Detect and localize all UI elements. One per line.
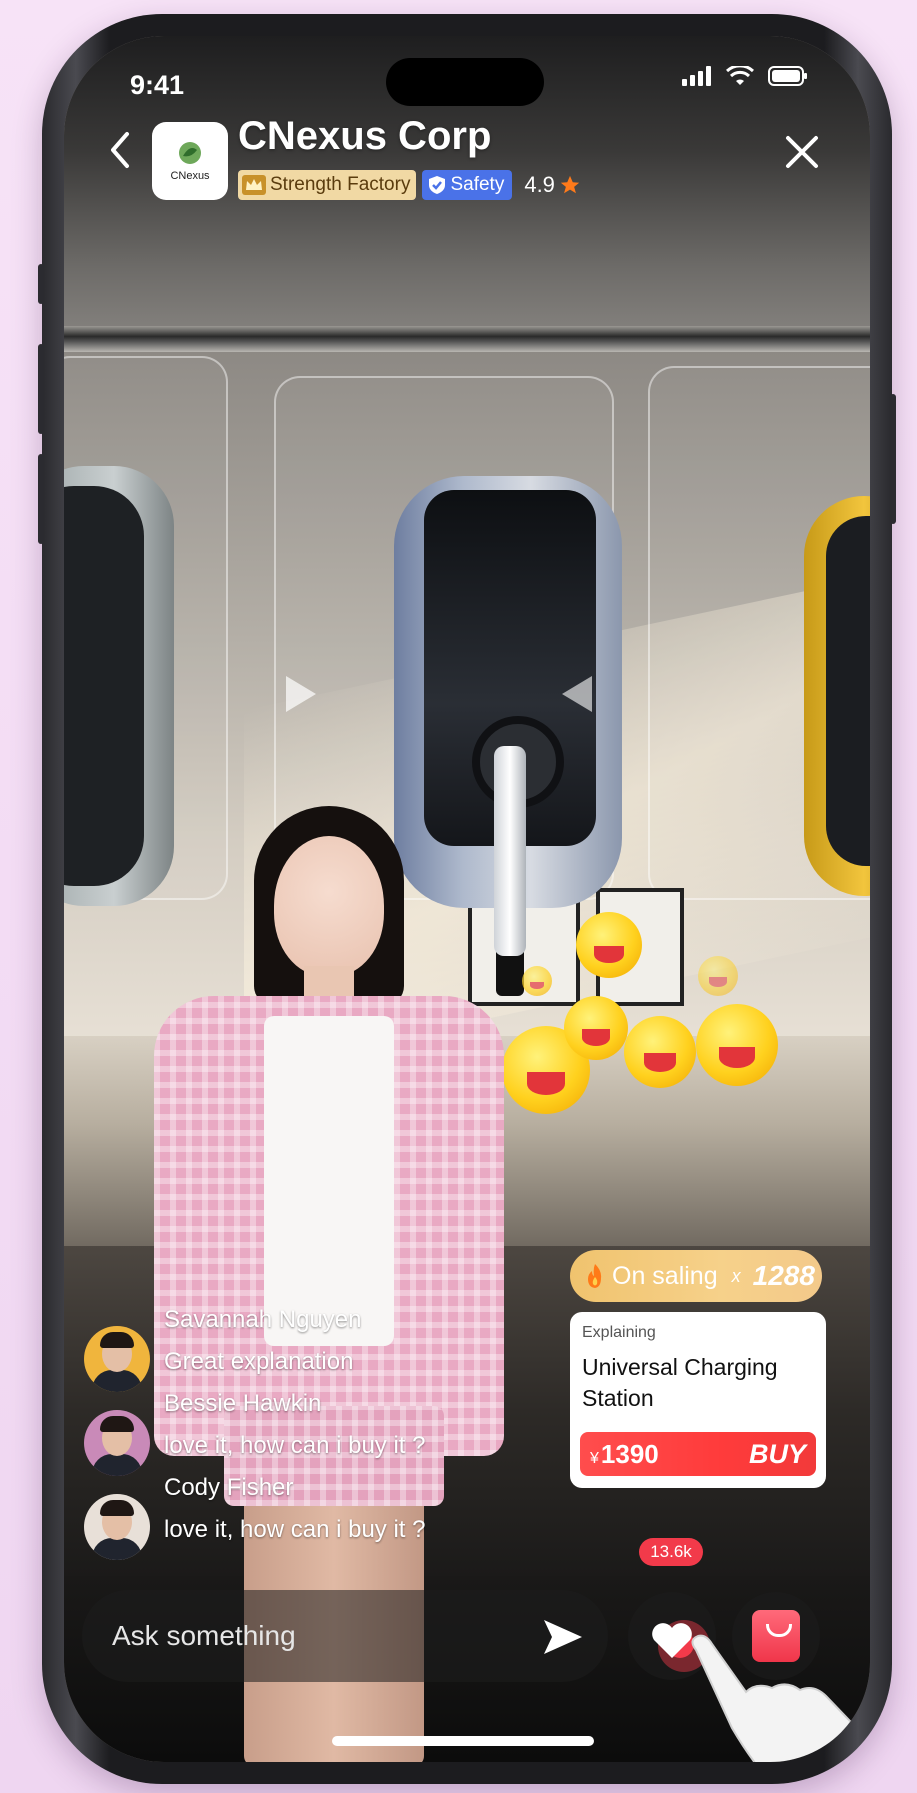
power-button (890, 394, 896, 524)
buy-button[interactable]: ¥1390 BUY (580, 1432, 816, 1476)
chat-username: Savannah Nguyen (164, 1306, 362, 1333)
brand-logo[interactable]: CNexus (152, 122, 228, 200)
cool-sunglasses-emoji-icon (696, 1004, 778, 1086)
small-emoji-icon (698, 956, 738, 996)
on-sale-pill: On saling x 1288 (570, 1250, 822, 1302)
back-button[interactable] (98, 128, 142, 172)
chat-message: Cody Fisher love it, how can i buy it ? (84, 1474, 504, 1560)
currency-symbol: ¥ (590, 1449, 599, 1467)
home-indicator[interactable] (332, 1736, 594, 1746)
chat-message: Bessie Hawkin love it, how can i buy it … (84, 1390, 504, 1476)
small-emoji-icon (522, 966, 552, 996)
store-rating: 4.9 (524, 172, 581, 198)
chat-text: love it, how can i buy it ? (164, 1432, 426, 1459)
ask-placeholder: Ask something (112, 1620, 296, 1651)
brand-badges: Strength Factory Safety 4.9 (238, 170, 581, 200)
ceiling-rail (64, 326, 870, 352)
star-icon (560, 175, 580, 194)
product-price: ¥1390 (590, 1439, 659, 1470)
strength-factory-badge: Strength Factory (238, 170, 417, 200)
avatar[interactable] (84, 1410, 150, 1476)
price-value: 1390 (600, 1438, 659, 1469)
on-sale-count: 1288 (752, 1260, 815, 1291)
safety-badge: Safety (422, 170, 513, 200)
dynamic-island (386, 58, 544, 106)
product-card[interactable]: Explaining Universal Charging Station ¥1… (570, 1312, 826, 1488)
strength-factory-label: Strength Factory (270, 174, 411, 195)
buy-label: BUY (748, 1438, 806, 1469)
close-icon (786, 136, 818, 168)
chat-text: Great explanation (164, 1348, 354, 1375)
product-title[interactable]: Universal Charging Station (582, 1352, 814, 1414)
status-time: 9:41 (130, 70, 185, 100)
like-count-badge: 13.6k (639, 1538, 703, 1566)
arrow-right-icon (286, 676, 316, 712)
heart-eyes-emoji-icon (624, 1016, 696, 1088)
on-sale-times: x (731, 1265, 741, 1286)
volume-down-button (38, 454, 44, 544)
shield-check-icon (429, 176, 446, 194)
battery-icon (768, 66, 807, 86)
send-button[interactable] (540, 1614, 586, 1660)
avatar[interactable] (84, 1494, 150, 1560)
send-icon (544, 1620, 582, 1654)
chat-username: Bessie Hawkin (164, 1390, 322, 1417)
fire-icon (588, 1264, 602, 1288)
ev-charger-right (804, 496, 870, 896)
brand-name[interactable]: CNexus Corp (238, 114, 491, 159)
on-sale-label: On saling (612, 1261, 718, 1290)
crown-icon (242, 175, 266, 195)
ask-input[interactable]: Ask something (82, 1590, 608, 1682)
wifi-icon (726, 66, 754, 85)
laughing-emoji-icon (564, 996, 628, 1060)
volume-up-button (38, 344, 44, 434)
close-button[interactable] (778, 128, 826, 176)
explaining-tag: Explaining (582, 1324, 656, 1341)
safety-label: Safety (450, 174, 505, 195)
chat-username: Cody Fisher (164, 1474, 294, 1501)
chat-feed: Savannah Nguyen Great explanation Bessie… (84, 1306, 504, 1560)
status-icons (682, 66, 808, 86)
leaf-logo-icon (179, 142, 201, 164)
arrow-left-icon (562, 676, 592, 712)
pointing-hand-icon (691, 1634, 870, 1762)
signal-icon (682, 66, 711, 86)
live-stream-screen: 9:41 CNexus CNexus Corp Strength Factory… (64, 36, 870, 1762)
rating-value: 4.9 (524, 172, 555, 197)
laughing-emoji-icon (576, 912, 642, 978)
chat-message: Savannah Nguyen Great explanation (84, 1306, 504, 1392)
chevron-left-icon (111, 132, 129, 168)
mute-switch (38, 264, 44, 304)
avatar[interactable] (84, 1326, 150, 1392)
logo-text: CNexus (170, 170, 210, 182)
chat-text: love it, how can i buy it ? (164, 1516, 426, 1543)
